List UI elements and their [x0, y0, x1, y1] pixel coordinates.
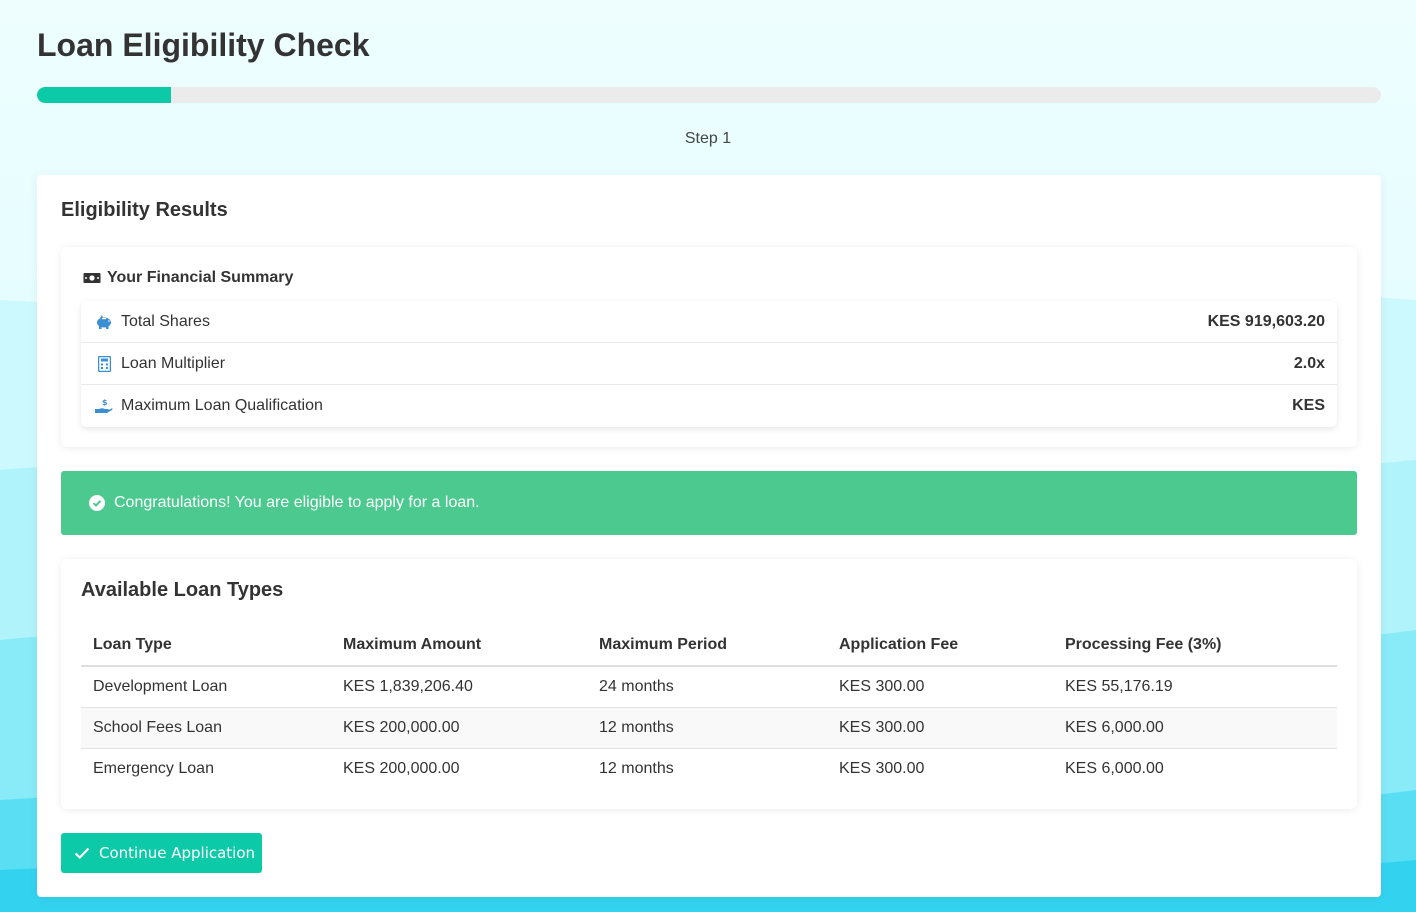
table-cell: KES 55,176.19 — [1053, 666, 1337, 708]
summary-value: KES 919,603.20 — [1207, 312, 1325, 330]
summary-label: Loan Multiplier — [121, 354, 226, 372]
summary-row-loan-multiplier: Loan Multiplier 2.0x — [81, 343, 1337, 385]
table-row: Development Loan KES 1,839,206.40 24 mon… — [81, 666, 1337, 708]
table-header-row: Loan Type Maximum Amount Maximum Period … — [81, 624, 1337, 667]
loan-types-card: Available Loan Types Loan Type Maximum A… — [61, 559, 1357, 809]
table-cell: 24 months — [587, 666, 827, 708]
piggy-bank-icon — [95, 313, 113, 331]
page-title: Loan Eligibility Check — [37, 27, 370, 63]
column-header: Maximum Amount — [331, 624, 587, 667]
summary-label: Maximum Loan Qualification — [121, 397, 323, 414]
financial-summary-header: Your Financial Summary — [83, 269, 293, 287]
financial-summary-title: Your Financial Summary — [107, 269, 294, 286]
check-circle-icon — [88, 494, 106, 512]
table-row: Emergency Loan KES 200,000.00 12 months … — [81, 748, 1337, 789]
financial-summary-list: Total Shares KES 919,603.20 Loan Multipl… — [81, 301, 1337, 427]
column-header: Loan Type — [81, 624, 331, 667]
table-cell: KES 300.00 — [827, 707, 1053, 749]
table-row: School Fees Loan KES 200,000.00 12 month… — [81, 707, 1337, 749]
table-cell: School Fees Loan — [81, 707, 331, 749]
summary-label: Total Shares — [121, 312, 210, 330]
step-label: Step 1 — [684, 130, 732, 147]
money-bill-icon — [83, 269, 101, 287]
loan-types-title: Available Loan Types — [81, 579, 284, 601]
loan-types-table: Loan Type Maximum Amount Maximum Period … — [81, 624, 1337, 789]
table-cell: KES 300.00 — [839, 759, 925, 777]
column-header: Processing Fee (3%) — [1053, 624, 1337, 667]
table-cell: 12 months — [587, 707, 827, 749]
results-title: Eligibility Results — [61, 199, 228, 221]
summary-row-max-loan: $ Maximum Loan Qualification KES — [81, 385, 1337, 427]
column-header: Maximum Period — [587, 624, 827, 667]
continue-button-label: Continue Application — [99, 844, 256, 862]
svg-text:$: $ — [102, 398, 108, 407]
eligibility-results-card: Eligibility Results Your Financial Summa… — [37, 175, 1381, 897]
table-cell: KES 6,000.00 — [1053, 707, 1337, 749]
column-header: Application Fee — [827, 624, 1053, 667]
summary-value: 2.0x — [1293, 354, 1325, 372]
table-cell: KES 200,000.00 — [343, 759, 460, 777]
table-cell: KES 1,839,206.40 — [331, 666, 587, 708]
eligibility-success-alert: Congratulations! You are eligible to app… — [61, 471, 1357, 535]
continue-application-button[interactable]: Continue Application — [61, 833, 262, 873]
table-cell: KES 300.00 — [827, 666, 1053, 708]
summary-value: KES — [1292, 397, 1325, 414]
table-cell: Emergency Loan — [93, 759, 214, 777]
calculator-icon — [95, 355, 113, 373]
summary-row-total-shares: Total Shares KES 919,603.20 — [81, 301, 1337, 343]
progress-bar — [37, 87, 1381, 103]
financial-summary-card: Your Financial Summary Total Shares KES … — [61, 247, 1357, 447]
alert-message: Congratulations! You are eligible to app… — [114, 494, 480, 511]
table-cell: KES 200,000.00 — [331, 707, 587, 749]
table-cell: KES 6,000.00 — [1065, 759, 1164, 777]
table-cell: 12 months — [599, 759, 674, 777]
hand-holding-usd-icon: $ — [95, 397, 113, 415]
progress-fill — [37, 87, 172, 103]
table-cell: Development Loan — [81, 666, 331, 708]
check-icon — [73, 844, 91, 862]
